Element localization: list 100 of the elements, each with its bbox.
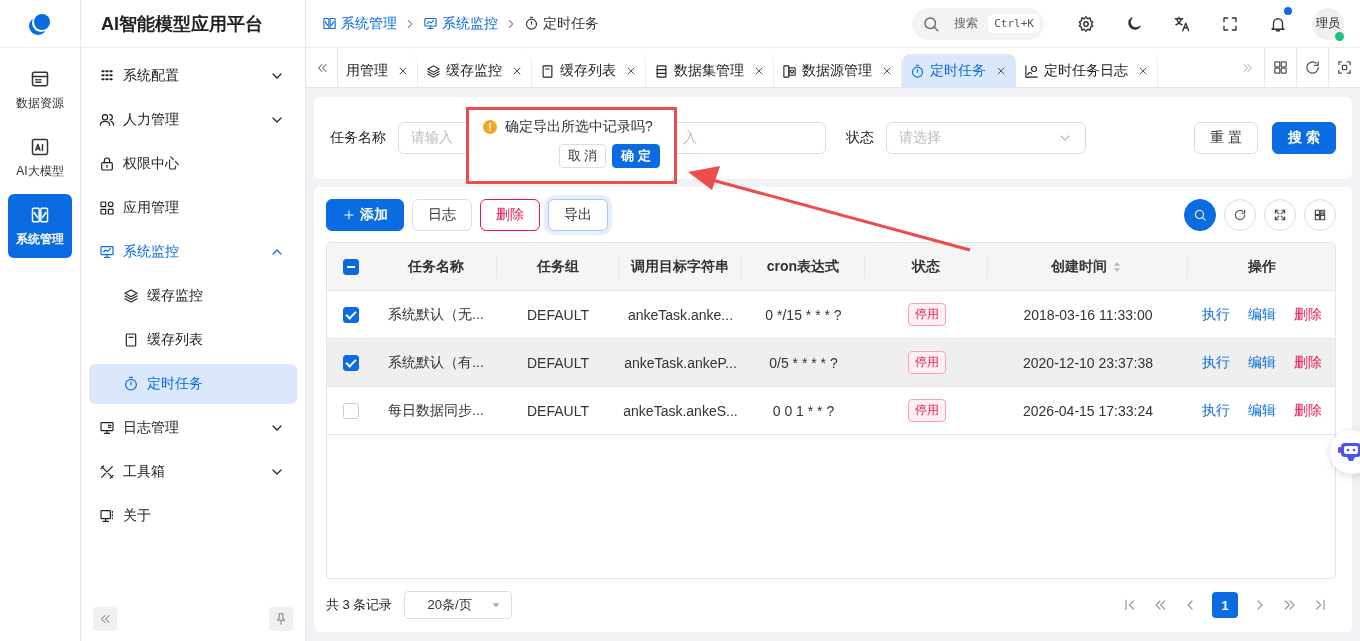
timer-icon (524, 16, 539, 31)
submenu-item[interactable]: 缓存监控 (89, 276, 297, 316)
tab[interactable]: 定时任务日志 (1016, 54, 1158, 87)
menu-item[interactable]: 权限中心 (89, 144, 297, 184)
column-header: 操作 (1247, 257, 1276, 276)
tab[interactable]: 用管理 (338, 54, 418, 87)
table-cell: 2018-03-16 11:33:00 (1023, 306, 1153, 323)
breadcrumb-item[interactable]: 系统管理 (322, 14, 397, 33)
layers-icon (426, 63, 441, 79)
add-button[interactable]: 添加 (326, 199, 404, 231)
confirm-button[interactable]: 确 定 (612, 144, 660, 168)
menu-item[interactable]: 人力管理 (89, 100, 297, 140)
table-cell: 0 */15 * * * ? (765, 306, 842, 323)
app-title: AI智能模型应用平台 (81, 0, 305, 48)
search-toggle-button[interactable] (1184, 199, 1216, 231)
close-icon (397, 65, 409, 77)
rail-item[interactable]: 数据资源 (8, 58, 72, 122)
timer-icon (123, 376, 139, 392)
menu-item[interactable]: 系统监控 (89, 232, 297, 272)
fullscreen-icon (1221, 14, 1239, 33)
menu-item[interactable]: 应用管理 (89, 188, 297, 228)
monitor-icon (99, 508, 115, 524)
run-link[interactable]: 执行 (1201, 401, 1230, 420)
warning-icon (483, 120, 497, 134)
table-cell: 2020-12-10 23:37:38 (1023, 354, 1153, 371)
page-button[interactable]: 1 (1212, 592, 1238, 618)
checkbox[interactable] (343, 306, 359, 323)
status-tag: 停用 (907, 303, 946, 326)
table-row[interactable]: 每日数据同步... DEFAULT ankeTask.ankeS... 0 0 1 * * ? 停用 2026-04-15 17:33:24 执行 编辑 删除 (327, 387, 1335, 435)
refresh-icon (1304, 59, 1321, 76)
avatar[interactable]: 理员 (1312, 7, 1344, 40)
run-link[interactable]: 执行 (1201, 305, 1230, 324)
search-icon (922, 14, 941, 33)
status-tag: 停用 (907, 351, 946, 374)
status-tag: 停用 (907, 399, 946, 422)
monitor-icon (423, 16, 438, 31)
delete-link[interactable]: 删除 (1293, 305, 1322, 324)
lock-icon (99, 156, 115, 172)
menu-item[interactable]: 工具箱 (89, 452, 297, 492)
shortcut-hint: Ctrl+K (988, 14, 1040, 33)
tab[interactable]: 定时任务 (902, 54, 1016, 87)
cancel-button[interactable]: 取 消 (558, 144, 607, 168)
table-cell: 0 0 1 * * ? (772, 402, 835, 419)
tab[interactable]: 缓存列表 (532, 54, 646, 87)
menu-item[interactable]: 关于 (89, 496, 297, 536)
refresh-button[interactable] (1224, 199, 1256, 231)
list-icon (654, 63, 669, 79)
edit-link[interactable]: 编辑 (1247, 353, 1276, 372)
table-cell: 系统默认（有... (388, 353, 484, 372)
search-button[interactable]: 搜 索 (1272, 122, 1336, 154)
plus-icon (342, 208, 356, 222)
field-label: 状态 (846, 129, 874, 147)
ai-chip-icon (30, 136, 50, 157)
table-cell: ankeTask.ankeP... (624, 354, 737, 371)
delete-link[interactable]: 删除 (1293, 353, 1322, 372)
layers-icon (123, 288, 139, 304)
apps-icon (99, 200, 115, 216)
column-header: 任务组 (536, 257, 579, 276)
monitor-icon (99, 244, 115, 260)
rail-item[interactable]: AI大模型 (8, 126, 72, 190)
table-row[interactable]: 系统默认（有... DEFAULT ankeTask.ankeP... 0/5 * * * * ? 停用 2020-12-10 23:37:38 执行 编辑 删除 (327, 339, 1335, 387)
reset-button[interactable]: 重 置 (1194, 122, 1259, 154)
columns-icon (1313, 208, 1327, 222)
close-icon (625, 65, 637, 77)
robot-icon (1338, 440, 1360, 464)
table-cell: DEFAULT (527, 354, 589, 371)
fullscreen-button[interactable] (1264, 199, 1296, 231)
checkbox[interactable] (343, 258, 359, 275)
log-button[interactable]: 日志 (412, 199, 472, 231)
column-header: 任务名称 (407, 257, 464, 276)
edit-link[interactable]: 编辑 (1247, 401, 1276, 420)
breadcrumb-item[interactable]: 系统监控 (423, 14, 498, 33)
tab[interactable]: 缓存监控 (418, 54, 532, 87)
breadcrumb-item: 定时任务 (524, 14, 599, 33)
edit-link[interactable]: 编辑 (1247, 305, 1276, 324)
column-settings-button[interactable] (1304, 199, 1336, 231)
close-icon (1137, 65, 1149, 77)
close-icon (995, 65, 1007, 77)
menu-item[interactable]: 日志管理 (89, 408, 297, 448)
tools-icon (99, 464, 115, 480)
delete-button[interactable]: 删除 (480, 199, 540, 231)
menu-item[interactable]: 系统配置 (89, 56, 297, 96)
table-cell: 每日数据同步... (388, 401, 484, 420)
table-cell: ankeTask.anke... (627, 306, 734, 323)
search-field[interactable]: 搜索 Ctrl+K (912, 7, 1044, 40)
rail-item[interactable]: 系统管理 (8, 194, 72, 258)
tab[interactable]: 数据集管理 (646, 54, 774, 87)
refresh-icon (1233, 208, 1247, 222)
checkbox[interactable] (343, 354, 359, 371)
pin-button[interactable] (269, 607, 293, 631)
table-cell: 系统默认（无... (388, 305, 484, 324)
run-link[interactable]: 执行 (1201, 353, 1230, 372)
document-icon (123, 332, 139, 348)
submenu-item[interactable]: 缓存列表 (89, 320, 297, 360)
submenu-item[interactable]: 定时任务 (89, 364, 297, 404)
delete-link[interactable]: 删除 (1293, 401, 1322, 420)
translate-icon (1173, 14, 1191, 33)
field-label: 任务名称 (330, 129, 386, 147)
table-cell: 0/5 * * * * ? (769, 354, 838, 371)
page-size-select[interactable]: 20条/页 (404, 591, 513, 619)
